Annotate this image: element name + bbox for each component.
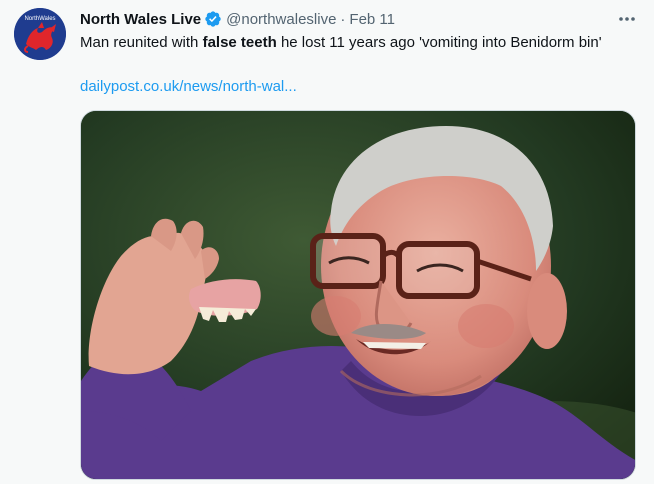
- red-dragon-logo-icon: NorthWales: [14, 8, 66, 60]
- more-dots-icon: [619, 17, 635, 21]
- tweet-date[interactable]: Feb 11: [349, 11, 395, 28]
- tweet-text-part2: he lost 11 years ago 'vomiting into Beni…: [276, 34, 602, 51]
- tweet-text-part1: Man reunited with: [80, 34, 203, 51]
- tweet-text-bold: false teeth: [202, 34, 277, 51]
- account-handle[interactable]: @northwaleslive: [226, 11, 336, 28]
- photo-man-holding-false-teeth-icon: [81, 111, 635, 479]
- account-avatar[interactable]: NorthWales: [14, 8, 66, 60]
- avatar-brand-text: NorthWales: [24, 16, 55, 22]
- tweet-header: North Wales Live @northwaleslive · Feb 1…: [80, 9, 395, 29]
- header-separator: ·: [340, 10, 346, 28]
- tweet-media-photo[interactable]: [80, 110, 636, 480]
- verified-badge-icon: [205, 11, 221, 27]
- more-options-button[interactable]: [612, 9, 642, 29]
- tweet-text: Man reunited with false teeth he lost 11…: [80, 33, 640, 53]
- account-display-name[interactable]: North Wales Live: [80, 11, 201, 28]
- tweet-link[interactable]: dailypost.co.uk/news/north-wal...: [80, 77, 297, 97]
- tweet-card[interactable]: NorthWales North Wales Live @northwalesl…: [0, 0, 654, 484]
